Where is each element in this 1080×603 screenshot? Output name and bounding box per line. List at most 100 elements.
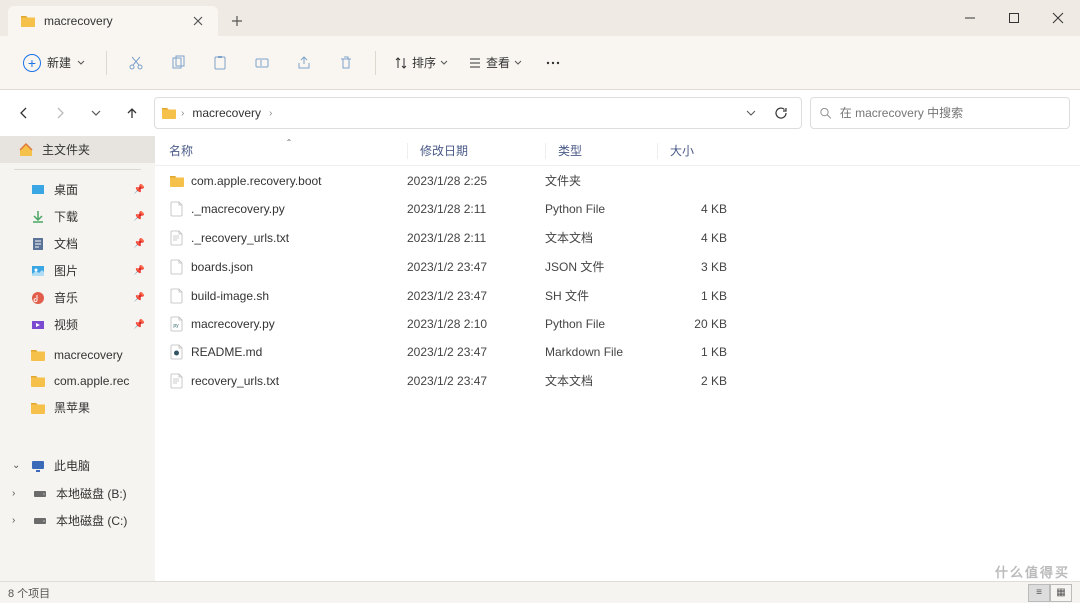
disk-icon	[32, 513, 48, 529]
search-icon	[819, 106, 832, 120]
recent-button[interactable]	[82, 99, 110, 127]
file-row[interactable]: boards.json2023/1/2 23:47JSON 文件3 KB	[155, 252, 1080, 281]
file-date: 2023/1/28 2:11	[407, 202, 545, 216]
new-button[interactable]: + 新建	[12, 49, 96, 77]
column-date[interactable]: 修改日期	[407, 142, 545, 159]
sidebar-label: 桌面	[54, 181, 78, 198]
chevron-right-icon: ›	[12, 515, 22, 526]
disk-icon	[32, 486, 48, 502]
sidebar-label: 黑苹果	[54, 399, 90, 416]
download-icon	[30, 209, 46, 225]
details-view-button[interactable]: ≡	[1028, 584, 1050, 602]
txt-icon	[169, 373, 185, 389]
sidebar-item[interactable]: 视频 📌	[0, 311, 155, 338]
pin-icon: 📌	[134, 319, 145, 330]
sidebar-label: 本地磁盘 (C:)	[56, 512, 127, 529]
column-name[interactable]: 名称⌃	[169, 142, 407, 159]
chevron-right-icon: ›	[181, 108, 184, 119]
folder-icon	[169, 173, 185, 189]
sidebar-drive[interactable]: › 本地磁盘 (C:)	[0, 507, 155, 534]
file-icon	[169, 259, 185, 275]
new-label: 新建	[47, 54, 71, 71]
separator	[14, 169, 141, 170]
plus-icon: +	[23, 54, 41, 72]
refresh-button[interactable]	[767, 99, 795, 127]
sort-button[interactable]: 排序	[386, 50, 456, 75]
sidebar-item[interactable]: macrecovery	[0, 342, 155, 368]
file-size: 3 KB	[657, 260, 727, 274]
file-size: 4 KB	[657, 202, 727, 216]
sort-indicator-icon: ⌃	[286, 138, 293, 147]
sort-label: 排序	[412, 54, 436, 71]
sidebar-item[interactable]: 下载📌	[0, 203, 155, 230]
sidebar-item[interactable]: com.apple.rec	[0, 368, 155, 394]
file-icon	[169, 201, 185, 217]
file-row[interactable]: recovery_urls.txt2023/1/2 23:47文本文档2 KB	[155, 366, 1080, 395]
view-toggle: ≡ ▦	[1028, 584, 1072, 602]
file-size: 4 KB	[657, 231, 727, 245]
close-window-button[interactable]	[1036, 0, 1080, 36]
status-count: 8 个项目	[8, 585, 50, 601]
file-row[interactable]: README.md2023/1/2 23:47Markdown File1 KB	[155, 338, 1080, 366]
chevron-down-icon: ⌄	[12, 460, 22, 471]
sidebar-label: 视频	[54, 316, 78, 333]
maximize-button[interactable]	[992, 0, 1036, 36]
folder-icon	[161, 105, 177, 121]
search-box[interactable]	[810, 97, 1070, 129]
cut-button[interactable]	[117, 47, 155, 79]
sidebar-home[interactable]: 主文件夹	[0, 136, 155, 163]
file-type: 文本文档	[545, 229, 657, 246]
sidebar-drive[interactable]: ›本地磁盘 (B:)	[0, 480, 155, 507]
breadcrumb-segment[interactable]: macrecovery	[188, 104, 265, 122]
file-date: 2023/1/2 23:47	[407, 345, 545, 359]
paste-button[interactable]	[201, 47, 239, 79]
sidebar-item[interactable]: 黑苹果	[0, 394, 155, 421]
pc-icon	[30, 458, 46, 474]
browser-tab[interactable]: macrecovery	[8, 6, 218, 36]
pin-icon: 📌	[134, 184, 145, 195]
py-icon: py	[169, 316, 185, 332]
pin-icon: 📌	[134, 211, 145, 222]
sidebar-item[interactable]: 文档📌	[0, 230, 155, 257]
search-input[interactable]	[840, 106, 1061, 120]
sidebar-item[interactable]: 图片📌	[0, 257, 155, 284]
close-tab-button[interactable]	[190, 13, 206, 29]
more-button[interactable]	[534, 47, 572, 79]
sidebar-label: com.apple.rec	[54, 374, 129, 388]
file-row[interactable]: ._macrecovery.py2023/1/28 2:11Python Fil…	[155, 195, 1080, 223]
forward-button[interactable]	[46, 99, 74, 127]
rename-button[interactable]	[243, 47, 281, 79]
grid-view-button[interactable]: ▦	[1050, 584, 1072, 602]
music-icon	[30, 290, 46, 306]
sidebar-thispc[interactable]: ⌄ 此电脑	[0, 451, 155, 480]
pin-icon: 📌	[134, 238, 145, 249]
file-row[interactable]: com.apple.recovery.boot2023/1/28 2:25文件夹	[155, 166, 1080, 195]
video-icon	[30, 317, 46, 333]
copy-button[interactable]	[159, 47, 197, 79]
file-name: boards.json	[191, 260, 253, 274]
file-row[interactable]: build-image.sh2023/1/2 23:47SH 文件1 KB	[155, 281, 1080, 310]
up-button[interactable]	[118, 99, 146, 127]
file-row[interactable]: pymacrecovery.py2023/1/28 2:10Python Fil…	[155, 310, 1080, 338]
delete-button[interactable]	[327, 47, 365, 79]
file-name: build-image.sh	[191, 289, 269, 303]
address-bar[interactable]: › macrecovery ›	[154, 97, 802, 129]
file-row[interactable]: ._recovery_urls.txt2023/1/28 2:11文本文档4 K…	[155, 223, 1080, 252]
view-button[interactable]: 查看	[460, 50, 530, 75]
new-tab-button[interactable]	[222, 6, 252, 36]
share-button[interactable]	[285, 47, 323, 79]
file-size: 2 KB	[657, 374, 727, 388]
column-type[interactable]: 类型	[545, 142, 657, 159]
minimize-button[interactable]	[948, 0, 992, 36]
chevron-down-icon	[77, 59, 85, 67]
column-size[interactable]: 大小	[657, 142, 727, 159]
file-size: 20 KB	[657, 317, 727, 331]
back-button[interactable]	[10, 99, 38, 127]
file-date: 2023/1/28 2:11	[407, 231, 545, 245]
sidebar-label: macrecovery	[54, 348, 123, 362]
sidebar-item[interactable]: 音乐📌	[0, 284, 155, 311]
file-name: com.apple.recovery.boot	[191, 174, 322, 188]
sidebar-item[interactable]: 桌面 📌	[0, 176, 155, 203]
address-dropdown-button[interactable]	[737, 99, 765, 127]
sidebar-label: 此电脑	[54, 457, 90, 474]
